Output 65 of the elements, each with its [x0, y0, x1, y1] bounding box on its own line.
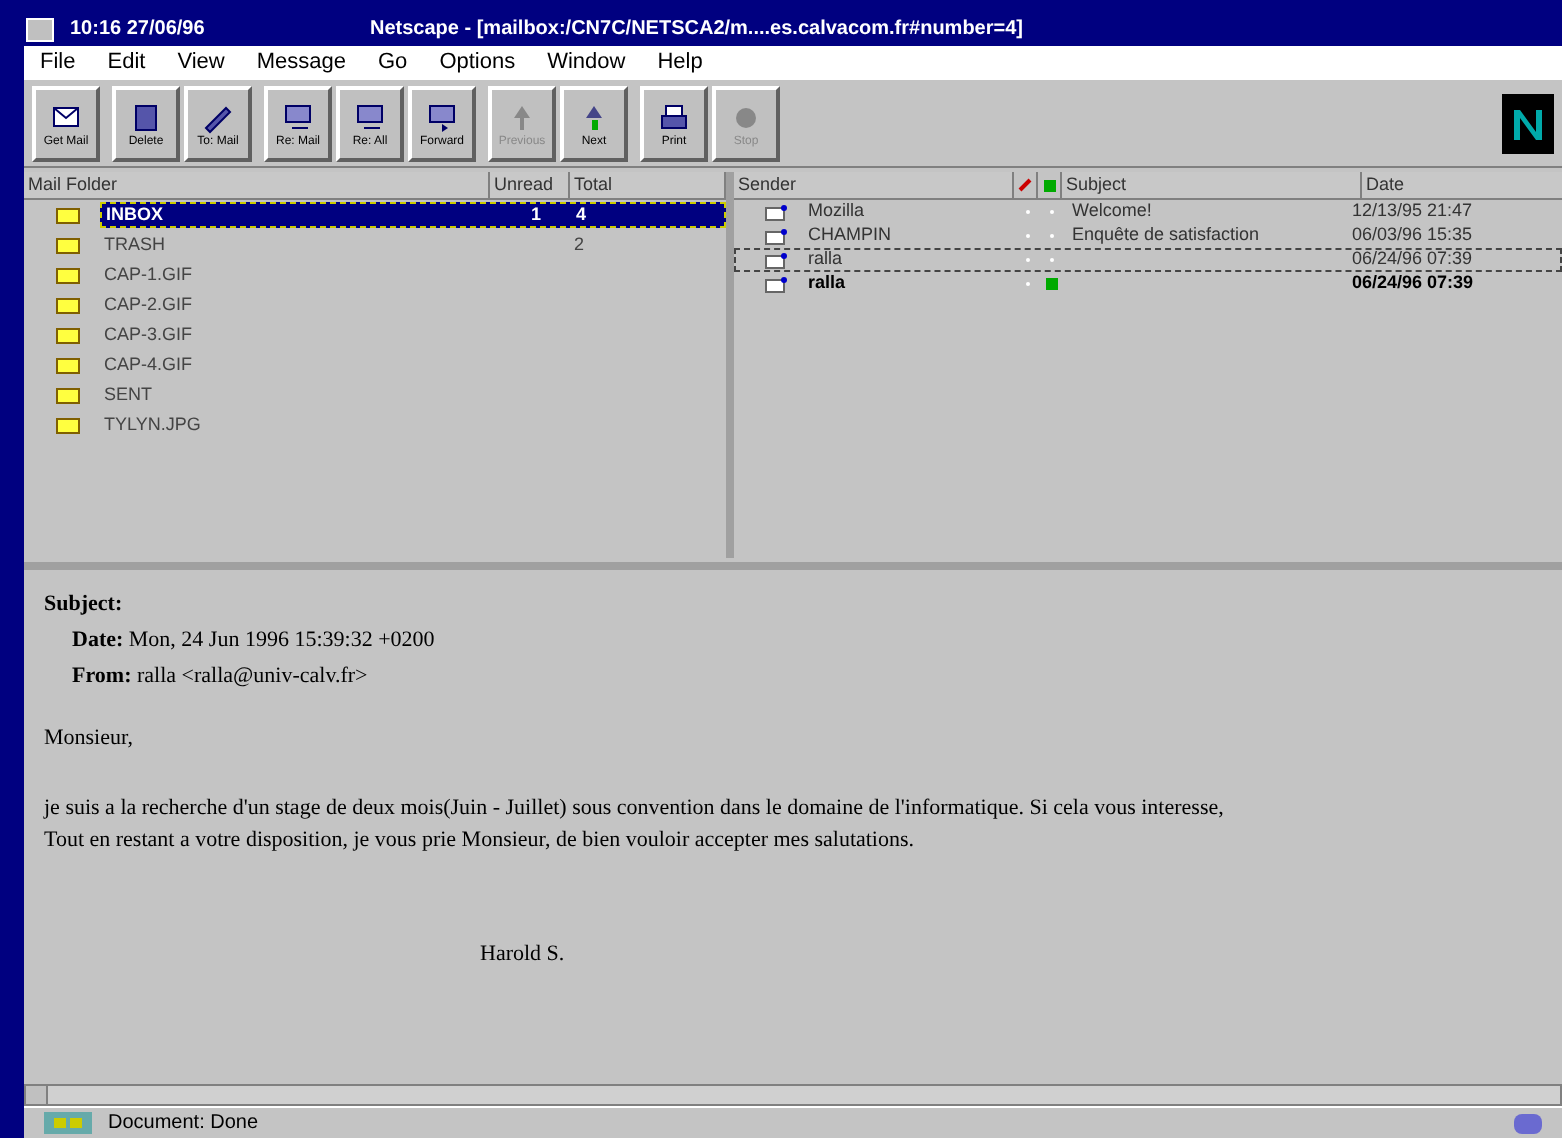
- dot-icon[interactable]: [1046, 230, 1058, 242]
- body-paragraph: Monsieur,: [44, 724, 135, 754]
- menu-item[interactable]: File: [40, 46, 76, 80]
- folder-icon: [56, 207, 80, 223]
- menu-item[interactable]: Edit: [107, 46, 146, 80]
- folder-row[interactable]: SENT: [100, 382, 726, 408]
- envelope-icon: [764, 275, 788, 293]
- column-header[interactable]: Date: [1362, 172, 1562, 198]
- folder-row[interactable]: CAP-3.GIF: [100, 322, 726, 348]
- mail-icon[interactable]: [1514, 1113, 1542, 1133]
- folder-row[interactable]: CAP-4.GIF: [100, 352, 726, 378]
- menu-item[interactable]: Message: [256, 46, 346, 80]
- message-row[interactable]: Mozilla Welcome! 12/13/95 21:47: [734, 200, 1562, 224]
- column-header[interactable]: Subject: [1062, 172, 1362, 198]
- menu-item[interactable]: Help: [657, 46, 703, 80]
- folder-row[interactable]: TYLYN.JPG: [100, 412, 726, 438]
- menu-item[interactable]: View: [177, 46, 225, 80]
- menu-item[interactable]: Window: [547, 46, 626, 80]
- folder-row[interactable]: CAP-2.GIF: [100, 292, 726, 318]
- folder-icon: [56, 327, 80, 343]
- flag-column-icon[interactable]: [1014, 172, 1038, 198]
- body-paragraph: je suis a la recherche d'un stage de deux mois(Juin - Juillet) sous convention dans le domaine de l'informatique. Si cela vous interesse,: [44, 793, 1226, 823]
- system-menu-icon[interactable]: [26, 17, 54, 41]
- folder-row[interactable]: INBOX 1 4: [100, 202, 726, 228]
- folder-icon: [56, 357, 80, 373]
- body-paragraph: Tout en restant a votre disposition, je vous prie Monsieur, de bien vouloir accepter mes salutations.: [44, 826, 917, 856]
- horizontal-scrollbar[interactable]: [24, 1084, 1562, 1106]
- folder-icon: [56, 237, 80, 253]
- column-header[interactable]: Mail Folder: [24, 172, 490, 198]
- dot-icon[interactable]: [1022, 278, 1034, 290]
- message-row[interactable]: ralla 06/24/96 07:39: [734, 248, 1562, 272]
- header-line: From: ralla <ralla@univ-calv.fr>: [70, 662, 370, 692]
- dot-icon[interactable]: [1046, 206, 1058, 218]
- security-key-icon: [44, 1112, 92, 1134]
- folder-icon: [56, 417, 80, 433]
- status-text: Document: Done: [108, 1110, 261, 1138]
- dot-icon[interactable]: [1022, 206, 1034, 218]
- message-row[interactable]: ralla 06/24/96 07:39: [734, 272, 1562, 296]
- monitor-icon: [280, 99, 316, 135]
- folder-icon: [56, 387, 80, 403]
- column-header[interactable]: Sender: [734, 172, 1014, 198]
- dot-icon[interactable]: [1022, 230, 1034, 242]
- column-header[interactable]: Total: [570, 172, 726, 198]
- header-line: Date: Mon, 24 Jun 1996 15:39:32 +0200: [70, 626, 437, 656]
- folder-icon: [56, 297, 80, 313]
- signature: Harold S.: [480, 939, 567, 969]
- column-header[interactable]: Unread: [490, 172, 570, 198]
- header-line: Subject:: [44, 590, 125, 620]
- folder-row[interactable]: CAP-1.GIF: [100, 262, 726, 288]
- flag-marker-icon[interactable]: [1046, 278, 1058, 290]
- dot-icon[interactable]: [1046, 254, 1058, 266]
- folder-icon: [56, 267, 80, 283]
- envelope-icon: [764, 203, 788, 221]
- menu-item[interactable]: Go: [378, 46, 408, 80]
- menu-item[interactable]: Options: [439, 46, 516, 80]
- monitor-arrow-icon: [424, 99, 460, 135]
- clock: 10:16 27/06/96: [70, 16, 207, 44]
- dot-icon[interactable]: [1022, 254, 1034, 266]
- envelope-icon: [764, 227, 788, 245]
- folder-row[interactable]: TRASH 2: [100, 232, 726, 258]
- window-title: Netscape - [mailbox:/CN7C/NETSCA2/m....es.calvacom.fr#number=4]: [370, 16, 1023, 44]
- monitor-icon: [352, 99, 388, 135]
- message-row[interactable]: CHAMPIN Enquête de satisfaction 06/03/96 15:35: [734, 224, 1562, 248]
- printer-icon: [656, 99, 692, 135]
- envelope-icon: [764, 251, 788, 269]
